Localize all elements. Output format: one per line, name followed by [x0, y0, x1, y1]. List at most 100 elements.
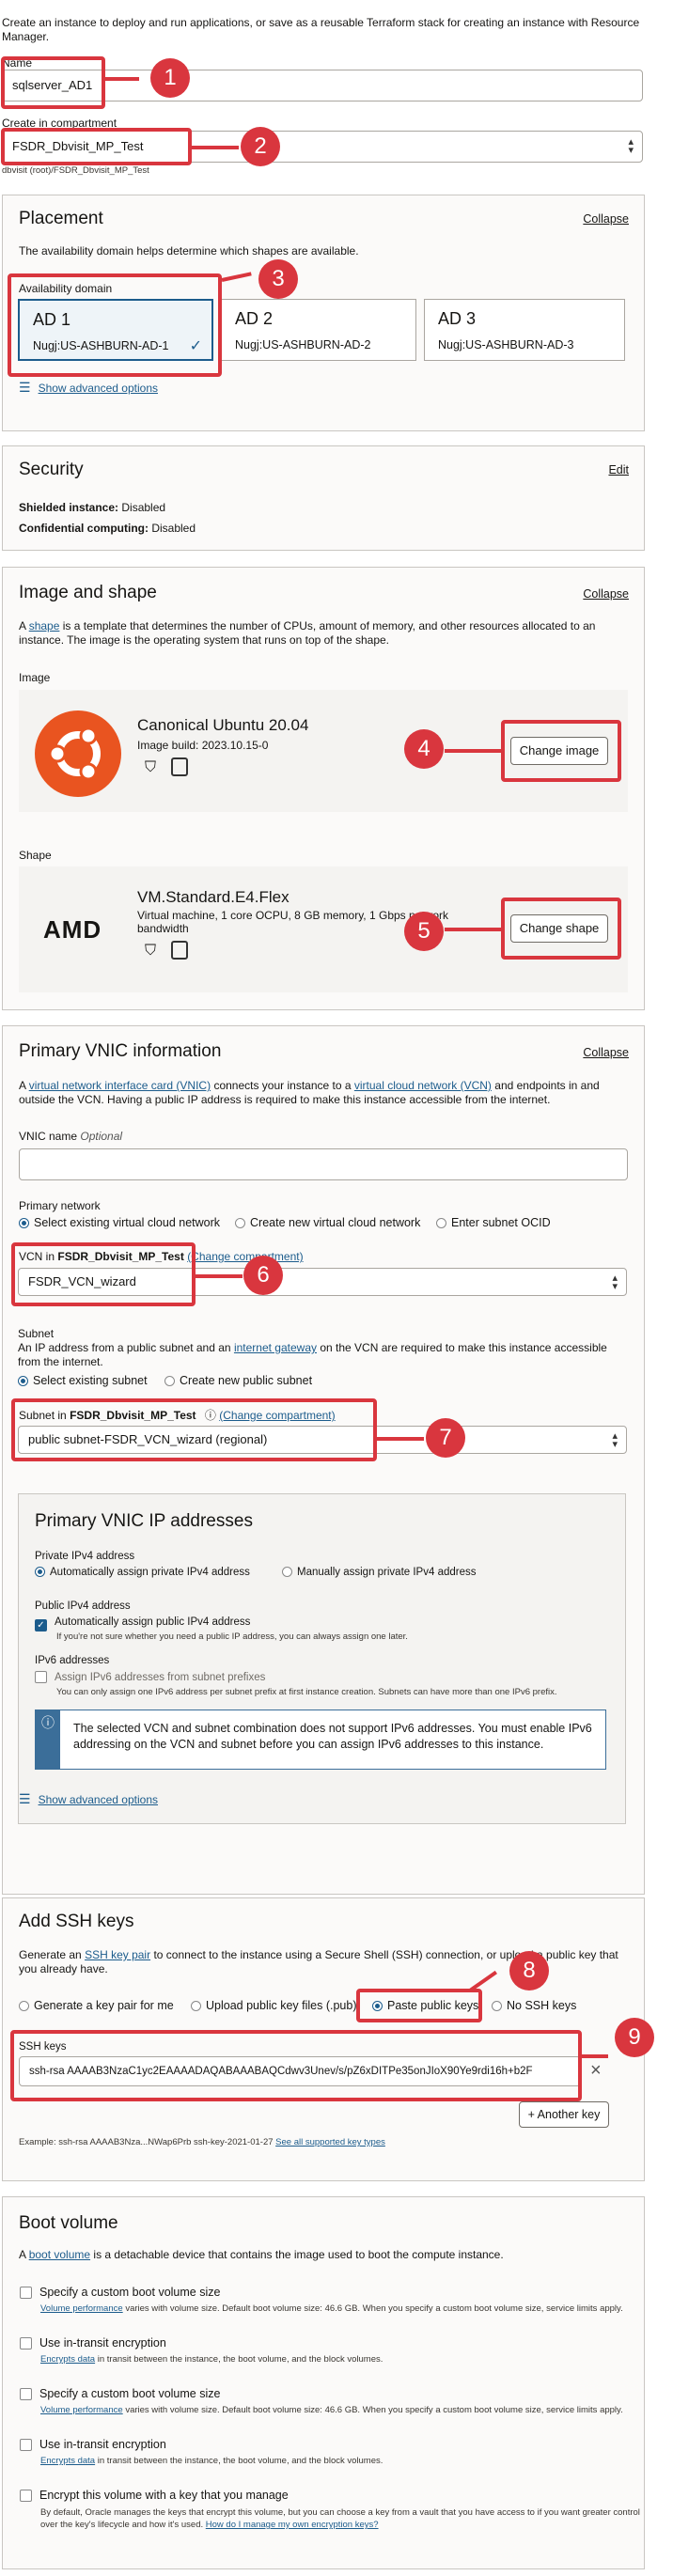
ssh-option-generate[interactable]: Generate a key pair for me	[19, 1999, 174, 2012]
shape-link[interactable]: shape	[29, 619, 60, 632]
shape-label: Shape	[19, 849, 52, 862]
vnic-collapse-link[interactable]: Collapse	[583, 1046, 629, 1059]
ad-card-2[interactable]: AD 2 Nugj:US-ASHBURN-AD-2	[221, 299, 416, 361]
security-edit-link[interactable]: Edit	[608, 463, 629, 476]
shape-name: VM.Standard.E4.Flex	[137, 888, 290, 906]
boot-item-help: Volume performance varies with volume si…	[40, 2303, 623, 2314]
public-ipv4-checkbox[interactable]: ✓ Automatically assign public IPv4 addres…	[35, 1616, 250, 1631]
sliders-icon: ☰	[19, 1791, 31, 1806]
encrypts-data-link[interactable]: Encrypts data	[40, 2354, 95, 2365]
annotation-badge-6: 6	[243, 1256, 283, 1295]
boot-volume-link[interactable]: boot volume	[29, 2248, 90, 2261]
vcn-link[interactable]: virtual cloud network (VCN)	[354, 1079, 492, 1092]
supported-key-types-link[interactable]: See all supported key types	[275, 2137, 385, 2147]
show-advanced-link[interactable]: Show advanced options	[39, 382, 158, 395]
annotation-arrow-1	[105, 77, 139, 81]
vnic-name-input[interactable]	[19, 1148, 628, 1180]
lock-icon	[171, 757, 188, 776]
ssh-title: Add SSH keys	[19, 1912, 134, 1931]
shield-icon: ⛉	[145, 943, 157, 959]
public-ipv4-label: Public IPv4 address	[35, 1600, 131, 1612]
checkbox-checked-icon: ✓	[35, 1619, 47, 1631]
subnet-option-existing[interactable]: Select existing subnet	[18, 1374, 148, 1387]
close-icon[interactable]: ×	[590, 2060, 602, 2082]
boot-item-custom-size[interactable]: Specify a custom boot volume size	[20, 2387, 220, 2400]
radio-icon	[436, 1218, 446, 1228]
placement-title: Placement	[19, 209, 103, 228]
boot-item-help: Volume performance varies with volume si…	[40, 2405, 623, 2415]
annotation-badge-4: 4	[404, 729, 444, 769]
boot-item-in-transit[interactable]: Use in-transit encryption	[20, 2438, 166, 2451]
image-shape-desc: A shape is a template that determines th…	[19, 619, 596, 647]
ip-title: Primary VNIC IP addresses	[35, 1511, 253, 1531]
boot-item-help: Encrypts data in transit between the ins…	[40, 2456, 383, 2466]
another-key-button[interactable]: + Another key	[519, 2101, 609, 2128]
vnic-link[interactable]: virtual network interface card (VNIC)	[29, 1079, 211, 1092]
volume-performance-link[interactable]: Volume performance	[40, 2405, 123, 2415]
image-name: Canonical Ubuntu 20.04	[137, 716, 309, 734]
subnet-desc: An IP address from a public subnet and a…	[18, 1341, 607, 1368]
boot-item-encrypt-key[interactable]: Encrypt this volume with a key that you …	[20, 2489, 289, 2502]
confidential-value: Disabled	[151, 522, 196, 535]
security-section: Security Edit Shielded instance: Disable…	[2, 445, 645, 551]
image-shape-collapse-link[interactable]: Collapse	[583, 587, 629, 601]
placement-advanced-row[interactable]: ☰ Show advanced options	[19, 380, 158, 396]
ip-advanced-row[interactable]: ☰ Show advanced options	[19, 1791, 158, 1807]
placement-collapse-link[interactable]: Collapse	[583, 212, 629, 226]
checkbox-icon	[20, 2388, 32, 2400]
network-option-new[interactable]: Create new virtual cloud network	[235, 1216, 420, 1229]
ssh-option-none[interactable]: No SSH keys	[492, 1999, 576, 2012]
annotation-box-8	[356, 1989, 482, 2022]
network-option-existing[interactable]: Select existing virtual cloud network	[19, 1216, 220, 1229]
vnic-name-label: VNIC name Optional	[19, 1130, 123, 1143]
lock-icon	[171, 941, 188, 960]
vnic-title: Primary VNIC information	[19, 1041, 222, 1061]
boot-section: Boot volume A boot volume is a detachabl…	[2, 2196, 645, 2569]
select-arrows-icon: ▴ ▾	[628, 136, 634, 156]
radio-icon	[18, 1376, 28, 1386]
volume-performance-link[interactable]: Volume performance	[40, 2303, 123, 2314]
annotation-arrow-6	[196, 1274, 243, 1278]
primary-network-label: Primary network	[19, 1199, 101, 1212]
annotation-box-9	[10, 2030, 582, 2101]
manage-keys-link[interactable]: How do I manage my own encryption keys?	[206, 2520, 379, 2530]
image-shape-title: Image and shape	[19, 583, 157, 602]
confidential-label: Confidential computing:	[19, 522, 149, 535]
subnet-option-new[interactable]: Create new public subnet	[164, 1374, 312, 1387]
ipv4-option-manual[interactable]: Manually assign private IPv4 address	[282, 1567, 477, 1578]
ip-subsection: Primary VNIC IP addresses Private IPv4 a…	[18, 1493, 626, 1824]
internet-gateway-link[interactable]: internet gateway	[234, 1341, 317, 1354]
annotation-box-3	[8, 273, 222, 377]
ad-card-title: AD 3	[438, 309, 477, 328]
ipv6-info-text: The selected VCN and subnet combination …	[73, 1722, 592, 1751]
security-title: Security	[19, 460, 84, 479]
boot-item-in-transit[interactable]: Use in-transit encryption	[20, 2336, 166, 2350]
boot-item-custom-size[interactable]: Specify a custom boot volume size	[20, 2286, 220, 2299]
ssh-key-pair-link[interactable]: SSH key pair	[85, 1948, 150, 1961]
annotation-arrow-5	[445, 928, 501, 931]
annotation-box-2	[1, 128, 192, 165]
ad-card-title: AD 2	[235, 309, 274, 328]
ipv6-info-banner: ⓘ The selected VCN and subnet combinatio…	[35, 1710, 606, 1770]
shielded-row: Shielded instance: Disabled	[19, 501, 165, 514]
shielded-label: Shielded instance:	[19, 501, 119, 514]
show-advanced-link[interactable]: Show advanced options	[39, 1793, 158, 1806]
annotation-badge-3: 3	[258, 259, 298, 299]
network-option-ocid[interactable]: Enter subnet OCID	[436, 1216, 551, 1229]
radio-icon	[19, 1218, 29, 1228]
boot-item-help: Encrypts data in transit between the ins…	[40, 2354, 383, 2365]
annotation-box-6	[11, 1242, 196, 1306]
ad-card-3[interactable]: AD 3 Nugj:US-ASHBURN-AD-3	[424, 299, 625, 361]
vcn-change-compartment-link[interactable]: (Change compartment)	[187, 1250, 303, 1263]
radio-icon	[19, 2001, 29, 2011]
encrypts-data-link[interactable]: Encrypts data	[40, 2456, 95, 2466]
boot-desc: A boot volume is a detachable device tha…	[19, 2248, 504, 2261]
checkbox-icon	[20, 2337, 32, 2350]
ipv6-checkbox[interactable]: Assign IPv6 addresses from subnet prefix…	[35, 1671, 265, 1683]
ipv4-label: Private IPv4 address	[35, 1551, 135, 1562]
ipv6-label: IPv6 addresses	[35, 1655, 110, 1666]
annotation-box-7	[11, 1398, 377, 1461]
ssh-option-upload[interactable]: Upload public key files (.pub)	[191, 1999, 357, 2012]
radio-icon	[492, 2001, 502, 2011]
ipv4-option-auto[interactable]: Automatically assign private IPv4 addres…	[35, 1567, 250, 1578]
